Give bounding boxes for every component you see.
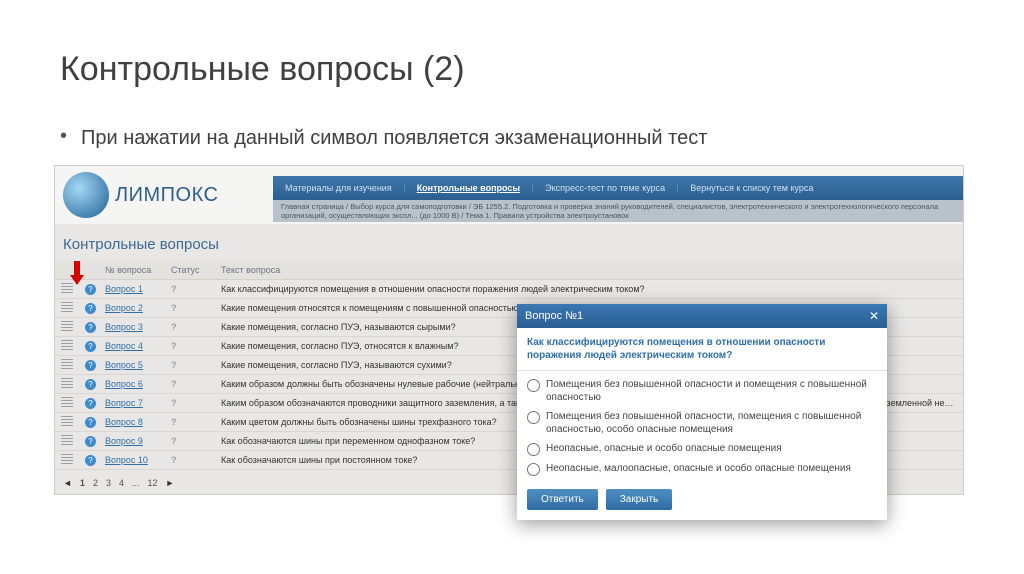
option-3[interactable]: Неопасные, опасные и особо опасные помещ… [527, 439, 877, 459]
option-1-radio[interactable] [527, 379, 540, 392]
test-launch-icon[interactable] [61, 378, 73, 388]
test-launch-icon[interactable] [61, 302, 73, 312]
option-4-label: Неопасные, малоопасные, опасные и особо … [546, 462, 851, 475]
test-launch-icon[interactable] [61, 359, 73, 369]
question-modal: Вопрос №1 ✕ Как классифицируются помещен… [517, 304, 887, 520]
col-text: Текст вопроса [215, 261, 963, 280]
col-status: Статус [165, 261, 215, 280]
status-unknown-icon: ? [171, 455, 177, 465]
question-number-link[interactable]: Вопрос 6 [105, 379, 143, 389]
nav-questions[interactable]: Контрольные вопросы [405, 183, 533, 193]
question-text: Как классифицируются помещения в отношен… [215, 280, 963, 299]
pager-page-1[interactable]: 1 [78, 478, 87, 488]
help-icon[interactable]: ? [85, 379, 96, 390]
help-icon[interactable]: ? [85, 360, 96, 371]
app-logo [63, 172, 109, 218]
question-number-link[interactable]: Вопрос 9 [105, 436, 143, 446]
status-unknown-icon: ? [171, 398, 177, 408]
option-2-radio[interactable] [527, 411, 540, 424]
modal-options: Помещения без повышенной опасности и пом… [517, 371, 887, 489]
status-unknown-icon: ? [171, 322, 177, 332]
option-3-radio[interactable] [527, 443, 540, 456]
test-launch-icon[interactable] [61, 435, 73, 445]
help-icon[interactable]: ? [85, 417, 96, 428]
question-number-link[interactable]: Вопрос 7 [105, 398, 143, 408]
app-brand: ЛИМПОКС [115, 184, 218, 207]
status-unknown-icon: ? [171, 379, 177, 389]
pager-next[interactable]: ► [164, 478, 177, 488]
question-number-link[interactable]: Вопрос 3 [105, 322, 143, 332]
option-2-label: Помещения без повышенной опасности, поме… [546, 410, 877, 436]
table-row: ? Вопрос 1? Как классифицируются помещения… [55, 280, 963, 299]
option-4[interactable]: Неопасные, малоопасные, опасные и особо … [527, 459, 877, 479]
page-title: Контрольные вопросы [55, 224, 963, 261]
question-number-link[interactable]: Вопрос 8 [105, 417, 143, 427]
app-header: ЛИМПОКС Материалы для изучения Контрольн… [55, 166, 963, 224]
option-4-radio[interactable] [527, 463, 540, 476]
question-number-link[interactable]: Вопрос 4 [105, 341, 143, 351]
status-unknown-icon: ? [171, 360, 177, 370]
help-icon[interactable]: ? [85, 455, 96, 466]
nav-back[interactable]: Вернуться к списку тем курса [678, 183, 825, 193]
modal-question: Как классифицируются помещения в отношен… [517, 328, 887, 371]
embedded-screenshot: ЛИМПОКС Материалы для изучения Контрольн… [54, 165, 964, 495]
bullet-text: При нажатии на данный символ появляется … [81, 125, 707, 151]
breadcrumb: Главная страница / Выбор курса для самоп… [273, 200, 963, 222]
help-icon[interactable]: ? [85, 284, 96, 295]
modal-header: Вопрос №1 ✕ [517, 304, 887, 328]
question-number-link[interactable]: Вопрос 5 [105, 360, 143, 370]
close-icon[interactable]: ✕ [869, 309, 879, 323]
pager-prev[interactable]: ◄ [61, 478, 74, 488]
test-launch-icon[interactable] [61, 321, 73, 331]
close-button[interactable]: Закрыть [606, 489, 673, 510]
col-num: № вопроса [99, 261, 165, 280]
test-launch-icon[interactable] [61, 416, 73, 426]
question-number-link[interactable]: Вопрос 1 [105, 284, 143, 294]
nav-materials[interactable]: Материалы для изучения [273, 183, 405, 193]
question-number-link[interactable]: Вопрос 10 [105, 455, 148, 465]
option-2[interactable]: Помещения без повышенной опасности, поме… [527, 407, 877, 439]
option-3-label: Неопасные, опасные и особо опасные помещ… [546, 442, 782, 455]
test-launch-icon[interactable] [61, 340, 73, 350]
slide-title: Контрольные вопросы (2) [60, 50, 964, 89]
test-launch-icon[interactable] [61, 397, 73, 407]
pager-page-3[interactable]: 3 [104, 478, 113, 488]
answer-button[interactable]: Ответить [527, 489, 598, 510]
option-1[interactable]: Помещения без повышенной опасности и пом… [527, 375, 877, 407]
status-unknown-icon: ? [171, 303, 177, 313]
question-number-link[interactable]: Вопрос 2 [105, 303, 143, 313]
nav-express[interactable]: Экспресс-тест по теме курса [533, 183, 678, 193]
help-icon[interactable]: ? [85, 303, 96, 314]
pager-last[interactable]: 12 [146, 478, 160, 488]
nav-bar: Материалы для изучения Контрольные вопро… [273, 176, 963, 200]
status-unknown-icon: ? [171, 284, 177, 294]
help-icon[interactable]: ? [85, 436, 96, 447]
pager-page-2[interactable]: 2 [91, 478, 100, 488]
modal-title: Вопрос №1 [525, 310, 583, 322]
option-1-label: Помещения без повышенной опасности и пом… [546, 378, 877, 404]
status-unknown-icon: ? [171, 341, 177, 351]
pager-dots: ... [130, 478, 142, 488]
help-icon[interactable]: ? [85, 341, 96, 352]
help-icon[interactable]: ? [85, 398, 96, 409]
help-icon[interactable]: ? [85, 322, 96, 333]
status-unknown-icon: ? [171, 436, 177, 446]
pager-page-4[interactable]: 4 [117, 478, 126, 488]
status-unknown-icon: ? [171, 417, 177, 427]
bullet-item: При нажатии на данный символ появляется … [60, 125, 964, 151]
test-launch-icon[interactable] [61, 454, 73, 464]
